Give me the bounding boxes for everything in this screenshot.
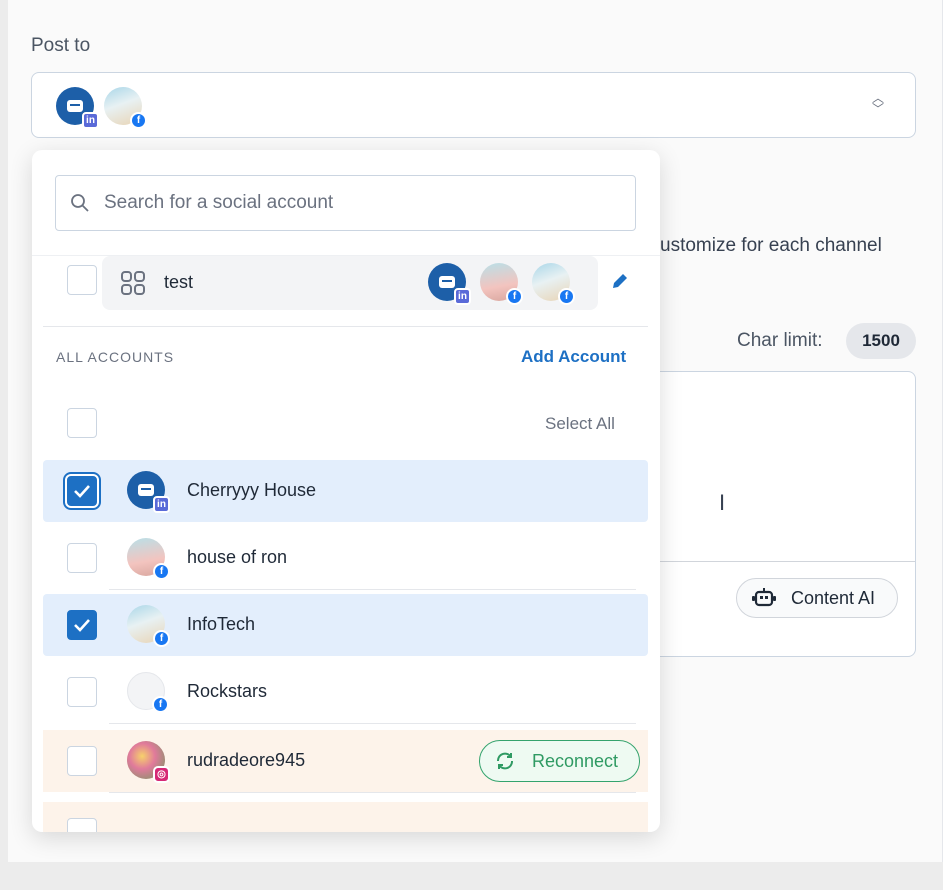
account-name: Rockstars <box>187 681 268 701</box>
post-to-label: Post to <box>31 35 91 56</box>
row-divider <box>109 723 636 724</box>
group-row-test[interactable]: test in f f <box>102 256 598 310</box>
checkmark-icon <box>74 619 90 632</box>
account-name: Cherryyy House <box>187 480 317 500</box>
refresh-icon <box>497 752 513 770</box>
robot-icon <box>752 588 776 607</box>
customize-text: ustomize for each channel <box>660 235 882 256</box>
account-name: rudradeore945 <box>187 750 306 770</box>
add-account-link[interactable]: Add Account <box>521 347 626 367</box>
pink-photo-avatar: f <box>480 263 523 305</box>
account-checkbox[interactable] <box>67 543 97 573</box>
flower-photo-avatar: ◎ <box>127 741 170 783</box>
chevron-updown-icon: ︿ ﹀ <box>871 91 884 116</box>
facebook-icon: f <box>153 630 170 647</box>
linkedin-icon: in <box>153 496 170 513</box>
group-grid-icon <box>121 271 145 295</box>
account-row-cherryyy-house[interactable]: in Cherryyy House <box>43 460 648 522</box>
group-name: test <box>164 272 194 292</box>
beach-photo-avatar: f <box>127 605 170 647</box>
facebook-icon: f <box>153 563 170 580</box>
select-all-label[interactable]: Select All <box>545 414 615 434</box>
selected-accounts: in f <box>56 87 147 129</box>
chat-logo-avatar: in <box>428 263 471 305</box>
beach-photo-avatar: f <box>532 263 575 305</box>
account-row-partial[interactable] <box>43 802 648 832</box>
select-all-checkbox[interactable] <box>67 408 97 438</box>
text-cursor-icon: I <box>719 490 726 515</box>
reconnect-button[interactable]: Reconnect <box>479 740 640 782</box>
all-accounts-label: ALL ACCOUNTS <box>56 349 175 365</box>
group-checkbox[interactable] <box>67 265 97 295</box>
account-name: InfoTech <box>187 614 256 634</box>
account-row-rockstars[interactable]: f Rockstars <box>43 661 648 724</box>
search-box <box>55 175 636 231</box>
facebook-icon: f <box>152 696 169 713</box>
reconnect-label: Reconnect <box>532 750 619 771</box>
chat-logo-avatar: in <box>56 87 99 129</box>
linkedin-icon: in <box>82 112 99 129</box>
char-limit-label: Char limit: <box>737 330 823 351</box>
chat-logo-avatar: in <box>127 471 170 513</box>
checkmark-icon <box>74 485 90 498</box>
rockstars-logo-avatar: f <box>127 672 169 713</box>
account-checkbox[interactable] <box>67 677 97 707</box>
search-input[interactable] <box>104 186 624 220</box>
content-ai-button[interactable]: Content AI <box>736 578 898 618</box>
instagram-icon: ◎ <box>153 766 170 783</box>
account-checkbox[interactable] <box>67 610 97 640</box>
account-row-house-of-ron[interactable]: f house of ron <box>43 527 648 590</box>
char-limit-badge: 1500 <box>846 323 916 359</box>
edit-pencil-icon[interactable] <box>610 271 630 291</box>
linkedin-icon: in <box>454 288 471 305</box>
row-divider <box>109 589 636 590</box>
group-avatars: in f f <box>428 263 575 305</box>
row-divider <box>109 792 636 793</box>
beach-photo-avatar: f <box>104 87 147 129</box>
post-to-select[interactable]: in f ︿ ﹀ <box>31 72 916 138</box>
facebook-icon: f <box>558 288 575 305</box>
content-ai-label: Content AI <box>791 587 876 608</box>
pink-photo-avatar: f <box>127 538 170 580</box>
divider <box>43 326 648 327</box>
account-dropdown: test in f f ALL ACCOUNTS Add Account Sel… <box>32 150 660 832</box>
account-checkbox[interactable] <box>67 746 97 776</box>
account-checkbox[interactable] <box>67 818 97 832</box>
account-row-rudradeore945[interactable]: ◎ rudradeore945 Reconnect <box>43 730 648 793</box>
account-name: house of ron <box>187 547 288 567</box>
search-icon <box>71 194 89 212</box>
account-checkbox[interactable] <box>67 476 97 506</box>
facebook-icon: f <box>506 288 523 305</box>
facebook-icon: f <box>130 112 147 129</box>
account-row-infotech[interactable]: f InfoTech <box>43 594 648 656</box>
